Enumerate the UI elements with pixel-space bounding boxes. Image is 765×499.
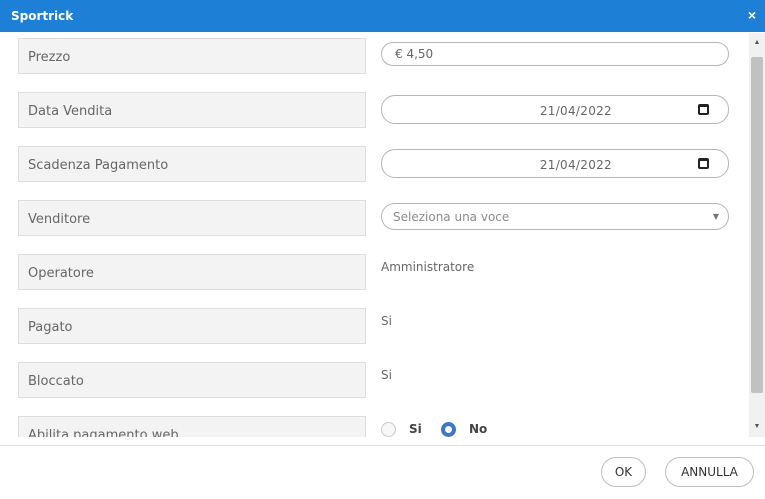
row-abilita-pagamento-web: Abilita pagamento web Si No — [0, 416, 748, 437]
row-scadenza-pagamento: Scadenza Pagamento 21/04/2022 — [0, 146, 748, 182]
data-vendita-value: 21/04/2022 — [539, 104, 612, 118]
ok-button[interactable]: OK — [601, 457, 646, 487]
row-pagato: Pagato Si — [0, 308, 748, 344]
row-prezzo: Prezzo € 4,50 — [0, 38, 748, 74]
pagato-value: Si — [381, 314, 392, 328]
chevron-down-icon: ▼ — [712, 212, 719, 221]
label-bloccato: Bloccato — [18, 362, 366, 398]
row-bloccato: Bloccato Si — [0, 362, 748, 398]
venditore-select[interactable]: Seleziona una voce ▼ — [381, 203, 729, 230]
close-icon[interactable]: × — [748, 7, 756, 23]
scroll-down-icon[interactable]: ▼ — [749, 419, 765, 435]
prezzo-input[interactable]: € 4,50 — [381, 42, 729, 66]
label-venditore: Venditore — [18, 200, 366, 236]
scrollbar-thumb[interactable] — [751, 57, 763, 393]
label-abilita-pagamento-web: Abilita pagamento web — [18, 416, 366, 437]
bloccato-value: Si — [381, 368, 392, 382]
calendar-icon[interactable] — [698, 104, 709, 115]
row-venditore: Venditore Seleziona una voce ▼ — [0, 200, 748, 236]
venditore-placeholder: Seleziona una voce — [393, 210, 510, 224]
label-operatore: Operatore — [18, 254, 366, 290]
scadenza-pagamento-value: 21/04/2022 — [539, 158, 612, 172]
label-prezzo: Prezzo — [18, 38, 366, 74]
scroll-up-icon[interactable]: ▲ — [749, 35, 765, 51]
row-operatore: Operatore Amministratore — [0, 254, 748, 290]
data-vendita-input[interactable]: 21/04/2022 — [381, 95, 729, 124]
vertical-scrollbar[interactable]: ▲ ▼ — [749, 33, 765, 437]
dialog-title: Sportrick — [11, 9, 74, 23]
dialog-titlebar: Sportrick × — [0, 0, 765, 32]
radio-no[interactable] — [441, 422, 456, 437]
radio-si[interactable] — [381, 422, 396, 437]
operatore-value: Amministratore — [381, 260, 475, 274]
scadenza-pagamento-input[interactable]: 21/04/2022 — [381, 149, 729, 178]
label-pagato: Pagato — [18, 308, 366, 344]
form-content: Prezzo € 4,50 Data Vendita 21/04/2022 Sc… — [0, 32, 765, 437]
label-data-vendita: Data Vendita — [18, 92, 366, 128]
radio-si-label[interactable]: Si — [409, 422, 422, 436]
calendar-icon[interactable] — [698, 158, 709, 169]
cancel-button[interactable]: ANNULLA — [665, 457, 754, 487]
radio-no-label[interactable]: No — [469, 422, 487, 436]
row-data-vendita: Data Vendita 21/04/2022 — [0, 92, 748, 128]
dialog-footer: OK ANNULLA — [0, 445, 765, 499]
label-scadenza-pagamento: Scadenza Pagamento — [18, 146, 366, 182]
